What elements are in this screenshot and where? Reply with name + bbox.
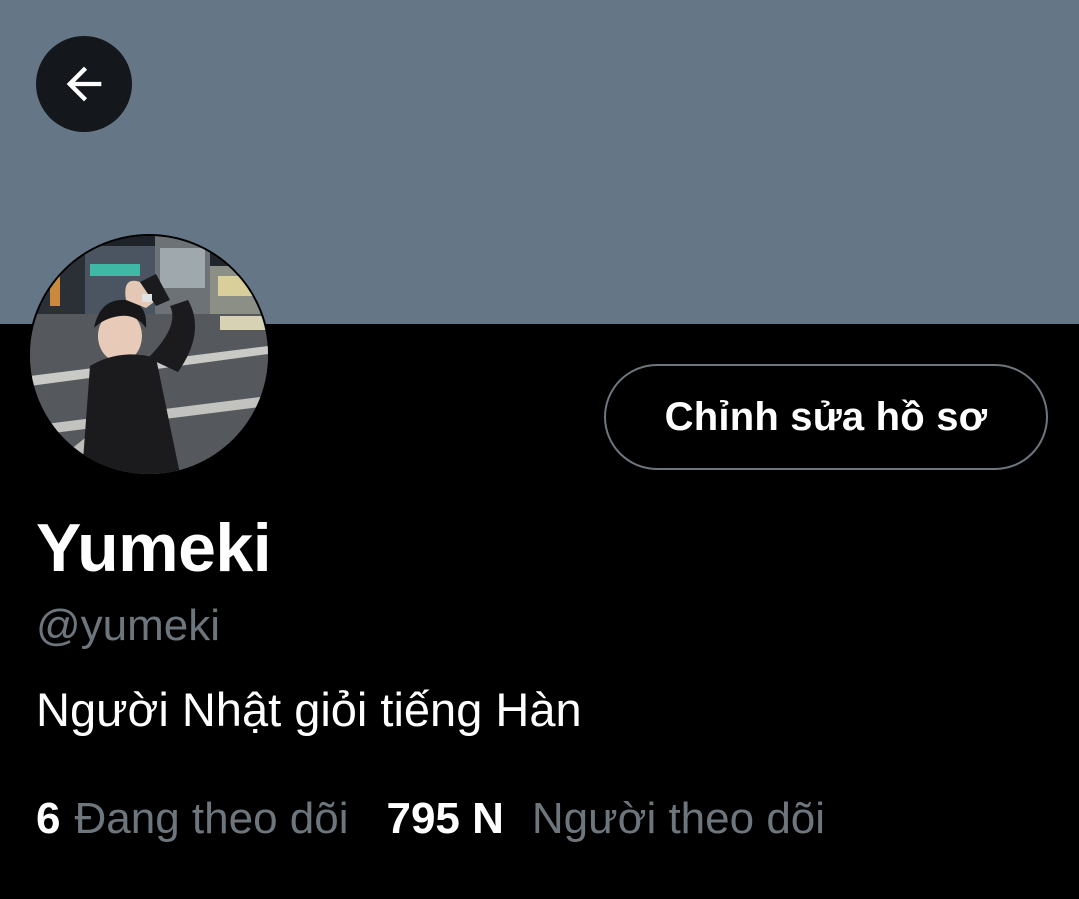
followers-link[interactable]: 795 N Người theo dõi bbox=[386, 790, 825, 848]
followers-count: 795 N bbox=[386, 794, 504, 843]
followers-label: Người theo dõi bbox=[531, 794, 826, 843]
arrow-left-icon bbox=[66, 66, 102, 102]
profile-bio: Người Nhật giỏi tiếng Hàn bbox=[36, 683, 582, 736]
following-link[interactable]: 6 Đang theo dõi bbox=[36, 790, 348, 848]
following-count: 6 bbox=[36, 794, 61, 843]
profile-page: Chỉnh sửa hồ sơ Yumeki @yumeki Người Nhậ… bbox=[0, 0, 1079, 899]
display-name: Yumeki bbox=[36, 510, 272, 586]
edit-profile-button[interactable]: Chỉnh sửa hồ sơ bbox=[604, 364, 1048, 470]
follow-stats: 6 Đang theo dõi 795 N Người theo dõi bbox=[36, 790, 825, 848]
profile-photo bbox=[30, 236, 268, 474]
user-handle: @yumeki bbox=[36, 601, 221, 650]
avatar[interactable] bbox=[28, 234, 270, 476]
back-button[interactable] bbox=[36, 36, 132, 132]
following-label: Đang theo dõi bbox=[74, 794, 349, 843]
